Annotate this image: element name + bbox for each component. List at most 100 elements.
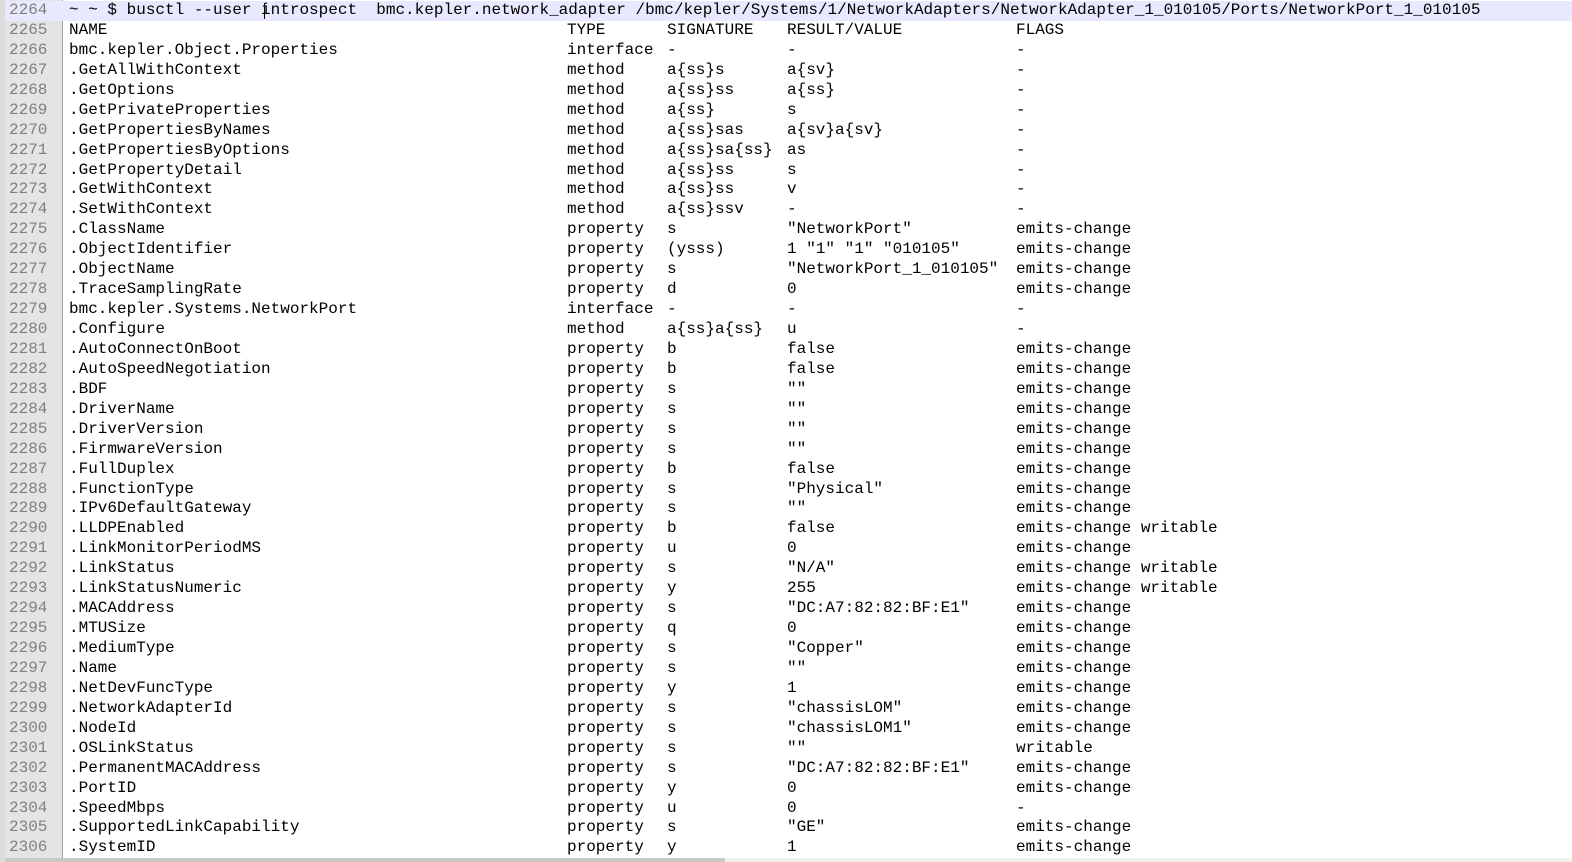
cell-name: .GetPropertiesByNames: [69, 120, 271, 139]
table-row[interactable]: 2298 .NetDevFuncType property y 1 emits-chang…: [5, 679, 1572, 699]
table-row[interactable]: 2277 .ObjectName property s "NetworkPort_1_0…: [5, 260, 1572, 280]
table-row[interactable]: 2268 .GetOptions method a{ss}ss a{ss} -: [5, 81, 1572, 101]
cell-name: bmc.kepler.Object.Properties: [69, 40, 338, 59]
table-row[interactable]: 2290 .LLDPEnabled property b false emits-chan…: [5, 519, 1572, 539]
table-row[interactable]: 2282 .AutoSpeedNegotiation property b false e…: [5, 360, 1572, 380]
cell-value: "Copper": [787, 639, 864, 657]
cell-flags: emits-change: [1016, 439, 1132, 458]
line-number: 2277: [9, 260, 48, 279]
table-row[interactable]: 2274 .SetWithContext method a{ss}ssv - -: [5, 200, 1572, 220]
table-row[interactable]: 2269 .GetPrivateProperties method a{ss} s -: [5, 101, 1572, 121]
text-editor: 2264 ~ ~ $ busctl --user introspect bmc.…: [0, 0, 1572, 862]
table-row[interactable]: 2300 .NodeId property s "chassisLOM1" emits-c…: [5, 719, 1572, 739]
cell-name: .LLDPEnabled: [69, 519, 185, 538]
cell-signature: s: [667, 419, 677, 438]
table-row[interactable]: 2289 .IPv6DefaultGateway property s "" emits-…: [5, 499, 1572, 519]
cell-name: .FunctionType: [69, 479, 194, 498]
table-row[interactable]: 2271 .GetPropertiesByOptions method a{ss}sa…: [5, 141, 1572, 161]
table-row[interactable]: 2297 .Name property s "" emits-change: [5, 659, 1572, 679]
table-row[interactable]: 2275 .ClassName property s "NetworkPort" emit…: [5, 220, 1572, 240]
table-row[interactable]: 2295 .MTUSize property q 0 emits-change: [5, 619, 1572, 639]
cell-name: .DriverVersion: [69, 419, 204, 438]
cell-type: property: [567, 459, 644, 478]
table-row[interactable]: 2286 .FirmwareVersion property s "" emits-cha…: [5, 440, 1572, 460]
cell-name: .OSLinkStatus: [69, 738, 194, 757]
cell-name: .BDF: [69, 379, 108, 398]
table-row[interactable]: 2283 .BDF property s "" emits-change: [5, 380, 1572, 400]
cell-value: 0: [787, 778, 797, 797]
table-row[interactable]: 2303 .PortID property y 0 emits-change: [5, 779, 1572, 799]
table-row[interactable]: 2292 .LinkStatus property s "N/A" emits-chang…: [5, 559, 1572, 579]
editor-content[interactable]: 2264 ~ ~ $ busctl --user introspect bmc.…: [5, 1, 1572, 858]
table-row[interactable]: 2276 .ObjectIdentifier property (ysss) 1 "1"…: [5, 240, 1572, 260]
table-row[interactable]: 2267 .GetAllWithContext method a{ss}s a{sv} -: [5, 61, 1572, 81]
header-flags: FLAGS: [1016, 20, 1065, 39]
table-row[interactable]: 2299 .NetworkAdapterId property s "chassisLO…: [5, 699, 1572, 719]
cell-value: 1 "1" "1" "010105": [787, 240, 960, 259]
table-row[interactable]: 2266 bmc.kepler.Object.Properties interfac…: [5, 41, 1572, 61]
cell-flags: emits-change: [1016, 619, 1132, 638]
cell-flags: emits-change: [1016, 778, 1132, 797]
cell-value: v: [787, 180, 797, 199]
cell-flags: emits-change: [1016, 599, 1132, 618]
table-row[interactable]: 2272 .GetPropertyDetail method a{ss}ss s -: [5, 161, 1572, 181]
cell-flags: -: [1016, 320, 1026, 338]
table-row[interactable]: 2280 .Configure method a{ss}a{ss} u -: [5, 320, 1572, 340]
cell-type: property: [567, 260, 644, 279]
table-row[interactable]: 2270 .GetPropertiesByNames method a{ss}sas a…: [5, 121, 1572, 141]
table-row[interactable]: 2305 .SupportedLinkCapability property s "GE…: [5, 818, 1572, 838]
line-number: 2286: [9, 439, 48, 458]
cell-value: false: [787, 459, 836, 478]
table-row[interactable]: 2296 .MediumType property s "Copper" emits-ch…: [5, 639, 1572, 659]
table-header[interactable]: 2265 NAME TYPE SIGNATURE RESULT/VALUE FL…: [5, 21, 1572, 41]
cell-value: s: [787, 100, 797, 119]
scrollbar-thumb[interactable]: [5, 858, 725, 862]
table-body: 2266 bmc.kepler.Object.Properties interfac…: [5, 41, 1572, 858]
cell-type: method: [567, 200, 625, 219]
table-row[interactable]: 2284 .DriverName property s "" emits-change: [5, 400, 1572, 420]
line-number: 2292: [9, 559, 48, 578]
table-row[interactable]: 2304 .SpeedMbps property u 0 -: [5, 799, 1572, 819]
cell-value: -: [787, 200, 797, 219]
cell-type: property: [567, 479, 644, 498]
cell-signature: s: [667, 559, 677, 578]
cell-type: method: [567, 120, 625, 139]
table-row[interactable]: 2301 .OSLinkStatus property s "" writable: [5, 739, 1572, 759]
line-number: 2296: [9, 639, 48, 657]
cell-name: .LinkMonitorPeriodMS: [69, 539, 262, 558]
header-name: NAME: [69, 20, 108, 39]
table-row[interactable]: 2273 .GetWithContext method a{ss}ss v -: [5, 180, 1572, 200]
table-row[interactable]: 2288 .FunctionType property s "Physical" emit…: [5, 480, 1572, 500]
table-row[interactable]: 2287 .FullDuplex property b false emits-chang…: [5, 460, 1572, 480]
table-row[interactable]: 2285 .DriverVersion property s "" emits-chang…: [5, 420, 1572, 440]
cell-value: "chassisLOM1": [787, 718, 912, 737]
table-row[interactable]: 2294 .MACAddress property s "DC:A7:82:82:BF:…: [5, 599, 1572, 619]
table-row[interactable]: 2278 .TraceSamplingRate property d 0 emits-ch…: [5, 280, 1572, 300]
cell-value: 0: [787, 619, 797, 638]
cell-type: property: [567, 539, 644, 558]
cell-flags: emits-change: [1016, 240, 1132, 259]
cell-type: property: [567, 559, 644, 578]
line-number: 2290: [9, 519, 48, 538]
table-row[interactable]: 2281 .AutoConnectOnBoot property b false emit…: [5, 340, 1572, 360]
cell-type: property: [567, 439, 644, 458]
cell-signature: a{ss}ss: [667, 180, 735, 199]
table-row[interactable]: 2291 .LinkMonitorPeriodMS property u 0 emits-…: [5, 539, 1572, 559]
cell-signature: a{ss}s: [667, 60, 725, 79]
cell-value: u: [787, 320, 797, 338]
cell-flags: emits-change: [1016, 639, 1132, 657]
horizontal-scrollbar[interactable]: [5, 858, 1572, 862]
cell-signature: y: [667, 778, 677, 797]
command-line[interactable]: 2264 ~ ~ $ busctl --user introspect bmc.…: [5, 1, 1572, 21]
cell-type: property: [567, 339, 644, 358]
table-row[interactable]: 2302 .PermanentMACAddress property s "DC:A7:…: [5, 759, 1572, 779]
cell-signature: s: [667, 738, 677, 757]
cell-value: "": [787, 439, 807, 458]
table-row[interactable]: 2306 .SystemID property y 1 emits-change: [5, 838, 1572, 858]
cell-value: a{sv}a{sv}: [787, 120, 884, 139]
cell-value: "DC:A7:82:82:BF:E1": [787, 758, 970, 777]
cell-value: "": [787, 658, 807, 677]
table-row[interactable]: 2293 .LinkStatusNumeric property y 255 emits-…: [5, 579, 1572, 599]
table-row[interactable]: 2279 bmc.kepler.Systems.NetworkPort interf…: [5, 300, 1572, 320]
cell-name: .GetPropertiesByOptions: [69, 140, 290, 159]
